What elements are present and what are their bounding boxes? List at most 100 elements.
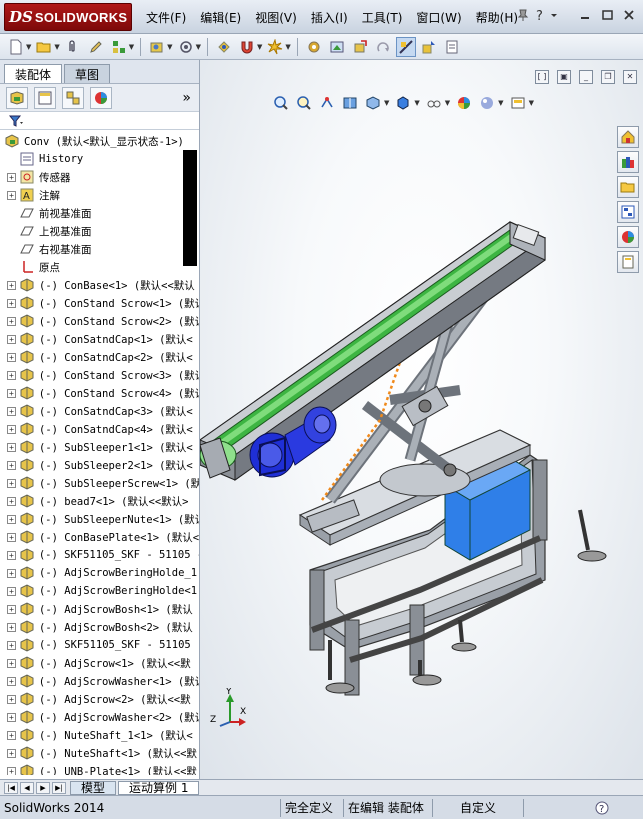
tree-component-item[interactable]: + (-) UNB-Plate<1> (默认<<默 xyxy=(0,762,199,775)
tree-component-item[interactable]: + (-) AdjScrowBosh<2> (默认 xyxy=(0,618,199,636)
rotate-component-icon[interactable] xyxy=(373,37,393,57)
interference-detection-icon[interactable] xyxy=(395,36,416,57)
tree-root[interactable]: Conv (默认<默认_显示状态-1>) xyxy=(0,132,199,150)
property-manager-icon[interactable] xyxy=(34,86,56,109)
expand-icon[interactable]: + xyxy=(7,460,16,470)
tree-feature-item[interactable]: History xyxy=(0,150,199,168)
tree-component-item[interactable]: + (-) bead7<1> (默认<<默认> xyxy=(0,492,199,510)
chevron-double-right-icon[interactable]: » xyxy=(182,90,191,106)
expand-icon[interactable]: + xyxy=(7,658,16,668)
chevron-down-icon[interactable]: ▼ xyxy=(167,43,172,51)
paperclip-icon[interactable] xyxy=(63,37,83,57)
status-help-icon[interactable]: ? xyxy=(594,800,610,816)
chevron-down-icon[interactable]: ▼ xyxy=(54,43,59,51)
menu-help[interactable]: 帮助(H) xyxy=(476,9,518,26)
expand-icon[interactable]: + xyxy=(7,694,16,704)
tree-component-item[interactable]: + (-) SubSleeper1<1> (默认< xyxy=(0,438,199,456)
mate-icon[interactable] xyxy=(109,37,129,57)
tree-feature-item[interactable]: 右视基准面 xyxy=(0,240,199,258)
chevron-down-icon[interactable]: ▼ xyxy=(129,43,134,51)
tree-feature-item[interactable]: + A 注解 xyxy=(0,186,199,204)
tab-assembly[interactable]: 装配体 xyxy=(4,64,63,83)
expand-icon[interactable]: + xyxy=(7,388,16,398)
expand-icon[interactable]: + xyxy=(7,514,16,524)
tree-component-item[interactable]: + (-) ConStand Scrow<1> (默认 xyxy=(0,294,199,312)
tree-component-item[interactable]: + (-) AdjScrow<2> (默认<<默 xyxy=(0,690,199,708)
expand-icon[interactable]: + xyxy=(7,172,16,182)
insert-component-icon[interactable] xyxy=(147,37,167,57)
tree-component-item[interactable]: + (-) SKF51105_SKF - 51105 xyxy=(0,636,199,654)
expand-icon[interactable]: + xyxy=(7,712,16,722)
tree-component-item[interactable]: + (-) SKF51105_SKF - 51105 - xyxy=(0,546,199,564)
move-component-icon[interactable] xyxy=(350,37,370,57)
expand-icon[interactable]: + xyxy=(7,622,16,632)
filter-icon[interactable] xyxy=(8,114,24,128)
expand-icon[interactable]: + xyxy=(7,406,16,416)
feature-tree[interactable]: Conv (默认<默认_显示状态-1>) History + 传感器 + A 注解 前视基准… xyxy=(0,130,199,775)
menu-view[interactable]: 视图(V) xyxy=(255,9,297,26)
tree-component-item[interactable]: + (-) SubSleeperNute<1> (默认 xyxy=(0,510,199,528)
assembly-view-icon[interactable] xyxy=(327,37,347,57)
configuration-manager-icon[interactable] xyxy=(62,86,84,109)
expand-icon[interactable]: + xyxy=(7,496,16,506)
tree-component-item[interactable]: + (-) AdjScrowWasher<2> (默认 xyxy=(0,708,199,726)
chevron-down-icon[interactable]: ▼ xyxy=(285,43,290,51)
tree-component-item[interactable]: + (-) ConStand Scrow<2> (默认 xyxy=(0,312,199,330)
tree-component-item[interactable]: + (-) AdjScrowBosh<1> (默认 xyxy=(0,600,199,618)
reference-triad[interactable]: Y X Z xyxy=(208,687,248,735)
menu-edit[interactable]: 编辑(E) xyxy=(200,9,241,26)
rebuild-icon[interactable] xyxy=(214,37,234,57)
magnet-icon[interactable] xyxy=(237,37,257,57)
chevron-down-icon[interactable]: ▼ xyxy=(257,43,262,51)
open-folder-icon[interactable] xyxy=(34,37,54,57)
expand-icon[interactable]: + xyxy=(7,280,16,290)
menu-tools[interactable]: 工具(T) xyxy=(362,9,403,26)
tree-component-item[interactable]: + (-) AdjScrowBeringHolde<1 xyxy=(0,582,199,600)
expand-icon[interactable]: + xyxy=(7,316,16,326)
tree-filter[interactable] xyxy=(0,112,199,130)
expand-icon[interactable]: + xyxy=(7,676,16,686)
expand-icon[interactable]: + xyxy=(7,370,16,380)
tree-component-item[interactable]: + (-) ConSatndCap<2> (默认< xyxy=(0,348,199,366)
first-tab-icon[interactable]: |◀ xyxy=(4,781,18,794)
next-tab-icon[interactable]: ▶ xyxy=(36,781,50,794)
tab-motion-study[interactable]: 运动算例 1 xyxy=(118,780,200,795)
tree-component-item[interactable]: + (-) SubSleeper2<1> (默认< xyxy=(0,456,199,474)
tab-model[interactable]: 模型 xyxy=(70,780,117,795)
expand-icon[interactable]: + xyxy=(7,766,16,775)
feature-tree-icon[interactable] xyxy=(6,86,28,109)
model-render[interactable] xyxy=(200,60,643,779)
expand-icon[interactable]: + xyxy=(7,424,16,434)
pushpin-icon[interactable] xyxy=(516,8,530,22)
expand-icon[interactable]: + xyxy=(7,478,16,488)
expand-icon[interactable]: + xyxy=(7,334,16,344)
help-question-icon[interactable]: ? xyxy=(533,8,547,22)
expand-icon[interactable]: + xyxy=(7,442,16,452)
expand-icon[interactable]: + xyxy=(7,550,16,560)
restore-icon[interactable] xyxy=(599,8,615,24)
tree-component-item[interactable]: + (-) ConSatndCap<3> (默认< xyxy=(0,402,199,420)
tree-feature-item[interactable]: + 传感器 xyxy=(0,168,199,186)
menu-file[interactable]: 文件(F) xyxy=(146,9,186,26)
expand-icon[interactable]: + xyxy=(7,730,16,740)
minimize-icon[interactable] xyxy=(577,8,593,24)
tree-component-item[interactable]: + (-) NuteShaft_1<1> (默认< xyxy=(0,726,199,744)
expand-icon[interactable]: + xyxy=(7,586,16,596)
new-icon[interactable] xyxy=(6,37,26,57)
tree-component-item[interactable]: + (-) SubSleeperScrew<1> (默 xyxy=(0,474,199,492)
menu-insert[interactable]: 插入(I) xyxy=(311,9,348,26)
tree-component-item[interactable]: + (-) ConSatndCap<4> (默认< xyxy=(0,420,199,438)
tree-component-item[interactable]: + (-) ConSatndCap<1> (默认< xyxy=(0,330,199,348)
smart-fastener-icon[interactable] xyxy=(176,37,196,57)
tab-sketch[interactable]: 草图 xyxy=(64,64,111,83)
tree-component-item[interactable]: + (-) ConStand Scrow<3> (默认 xyxy=(0,366,199,384)
chevron-down-icon[interactable]: ▼ xyxy=(26,43,31,51)
gear-icon[interactable] xyxy=(304,37,324,57)
tree-component-item[interactable]: + (-) AdjScrow<1> (默认<<默 xyxy=(0,654,199,672)
tree-component-item[interactable]: + (-) ConStand Scrow<4> (默认 xyxy=(0,384,199,402)
tree-component-item[interactable]: + (-) ConBase<1> (默认<<默认 xyxy=(0,276,199,294)
sketch-pencil-icon[interactable] xyxy=(86,37,106,57)
expand-icon[interactable]: + xyxy=(7,604,16,614)
tree-component-item[interactable]: + (-) AdjScrowBeringHolde_1 xyxy=(0,564,199,582)
close-icon[interactable] xyxy=(621,8,637,24)
